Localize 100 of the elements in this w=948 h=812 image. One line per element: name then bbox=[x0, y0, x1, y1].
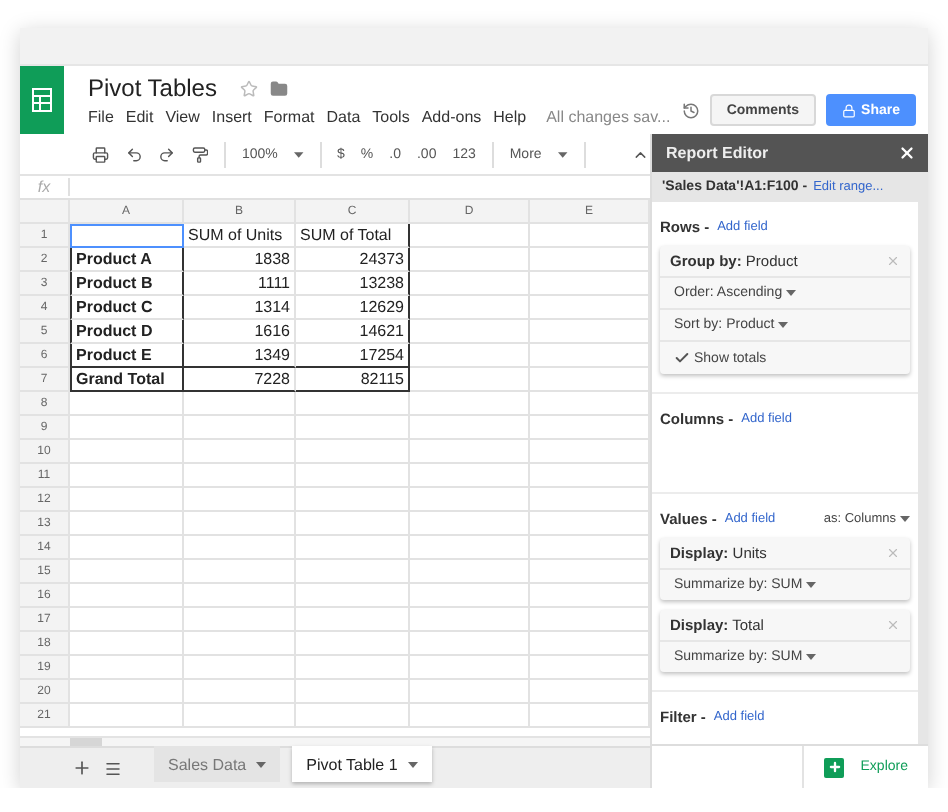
caret-icon bbox=[557, 151, 568, 157]
table-cell bbox=[70, 584, 184, 608]
table-cell: Product E bbox=[70, 344, 184, 368]
table-cell bbox=[296, 608, 410, 632]
table-cell bbox=[410, 536, 530, 560]
checkmark-icon bbox=[674, 350, 690, 366]
table-cell: 1111 bbox=[184, 272, 296, 296]
table-cell: 1616 bbox=[184, 320, 296, 344]
table-cell: 24373 bbox=[296, 248, 410, 272]
menu-item[interactable]: Tools bbox=[372, 108, 410, 126]
table-cell bbox=[70, 416, 184, 440]
table-cell bbox=[296, 512, 410, 536]
close-icon[interactable] bbox=[898, 144, 916, 162]
corner-cell[interactable] bbox=[20, 200, 70, 224]
menu-item[interactable]: Add-ons bbox=[421, 108, 482, 126]
table-cell bbox=[184, 680, 296, 704]
document-title[interactable]: Pivot Tables bbox=[88, 74, 217, 102]
paint-format-icon[interactable] bbox=[191, 145, 208, 163]
table-cell bbox=[296, 584, 410, 608]
table-cell bbox=[410, 632, 530, 656]
table-cell bbox=[184, 632, 296, 656]
table-cell bbox=[410, 488, 530, 512]
table-cell: 13238 bbox=[296, 272, 410, 296]
menu-item[interactable]: Insert bbox=[211, 108, 252, 126]
table-cell bbox=[70, 488, 184, 512]
table-cell bbox=[70, 512, 184, 536]
table-cell bbox=[296, 704, 410, 728]
table-cell bbox=[184, 512, 296, 536]
table-cell bbox=[70, 224, 184, 248]
table-cell bbox=[410, 248, 530, 272]
table-cell: 1838 bbox=[184, 248, 296, 272]
table-cell: 7228 bbox=[184, 368, 296, 392]
panel-title: Report Editor bbox=[666, 144, 769, 162]
table-cell bbox=[296, 632, 410, 656]
table-cell bbox=[410, 704, 530, 728]
table-cell bbox=[296, 488, 410, 512]
table-cell bbox=[410, 680, 530, 704]
table-cell bbox=[410, 320, 530, 344]
table-cell bbox=[410, 296, 530, 320]
table-cell bbox=[184, 392, 296, 416]
sheet-tab[interactable]: Sales Data bbox=[154, 746, 281, 782]
redo-icon[interactable] bbox=[158, 145, 175, 163]
caret-icon bbox=[407, 761, 418, 767]
caret-icon bbox=[778, 322, 789, 328]
table-cell bbox=[410, 512, 530, 536]
table-cell bbox=[296, 656, 410, 680]
caret-icon bbox=[900, 516, 910, 522]
table-cell bbox=[184, 656, 296, 680]
folder-icon[interactable] bbox=[270, 79, 289, 97]
table-cell bbox=[184, 608, 296, 632]
history-icon[interactable] bbox=[682, 102, 701, 120]
table-cell bbox=[410, 656, 530, 680]
table-cell bbox=[70, 392, 184, 416]
table-cell bbox=[296, 440, 410, 464]
table-cell bbox=[184, 440, 296, 464]
table-cell: SUM of Units bbox=[184, 224, 296, 248]
table-cell bbox=[70, 608, 184, 632]
table-cell bbox=[410, 440, 530, 464]
table-cell bbox=[70, 632, 184, 656]
undo-icon[interactable] bbox=[125, 145, 142, 163]
table-cell bbox=[184, 560, 296, 584]
table-cell bbox=[70, 536, 184, 560]
star-icon[interactable] bbox=[240, 79, 259, 97]
table-cell bbox=[70, 680, 184, 704]
table-cell: Product D bbox=[70, 320, 184, 344]
formula-label: fx bbox=[20, 178, 70, 196]
table-cell: 1349 bbox=[184, 344, 296, 368]
table-cell bbox=[184, 488, 296, 512]
caret-icon bbox=[293, 151, 304, 157]
menu-item[interactable]: Help bbox=[493, 108, 527, 126]
table-cell bbox=[410, 392, 530, 416]
sheets-logo[interactable] bbox=[20, 66, 64, 134]
table-cell: 1314 bbox=[184, 296, 296, 320]
table-cell bbox=[410, 368, 530, 392]
save-status: All changes sav... bbox=[546, 108, 671, 126]
table-cell bbox=[184, 536, 296, 560]
lock-icon bbox=[841, 103, 856, 117]
table-cell: SUM of Total bbox=[296, 224, 410, 248]
menu-item[interactable]: View bbox=[165, 108, 200, 126]
table-cell bbox=[296, 680, 410, 704]
table-cell: Product A bbox=[70, 248, 184, 272]
menu-item[interactable]: Format bbox=[263, 108, 315, 126]
table-cell bbox=[410, 224, 530, 248]
menu-item[interactable]: Data bbox=[326, 108, 361, 126]
sheet-tab[interactable]: Pivot Table 1 bbox=[292, 746, 432, 782]
table-cell bbox=[70, 560, 184, 584]
table-cell: Product C bbox=[70, 296, 184, 320]
table-cell: 82115 bbox=[296, 368, 410, 392]
table-cell bbox=[70, 464, 184, 488]
menu-item[interactable]: Edit bbox=[125, 108, 154, 126]
table-cell bbox=[184, 464, 296, 488]
caret-icon bbox=[806, 654, 817, 660]
table-cell: 17254 bbox=[296, 344, 410, 368]
list-icon bbox=[104, 759, 122, 777]
table-cell bbox=[184, 416, 296, 440]
table-cell: 14621 bbox=[296, 320, 410, 344]
menu-item[interactable]: File bbox=[88, 108, 114, 126]
print-icon[interactable] bbox=[92, 145, 109, 163]
table-cell bbox=[70, 656, 184, 680]
table-cell bbox=[410, 416, 530, 440]
